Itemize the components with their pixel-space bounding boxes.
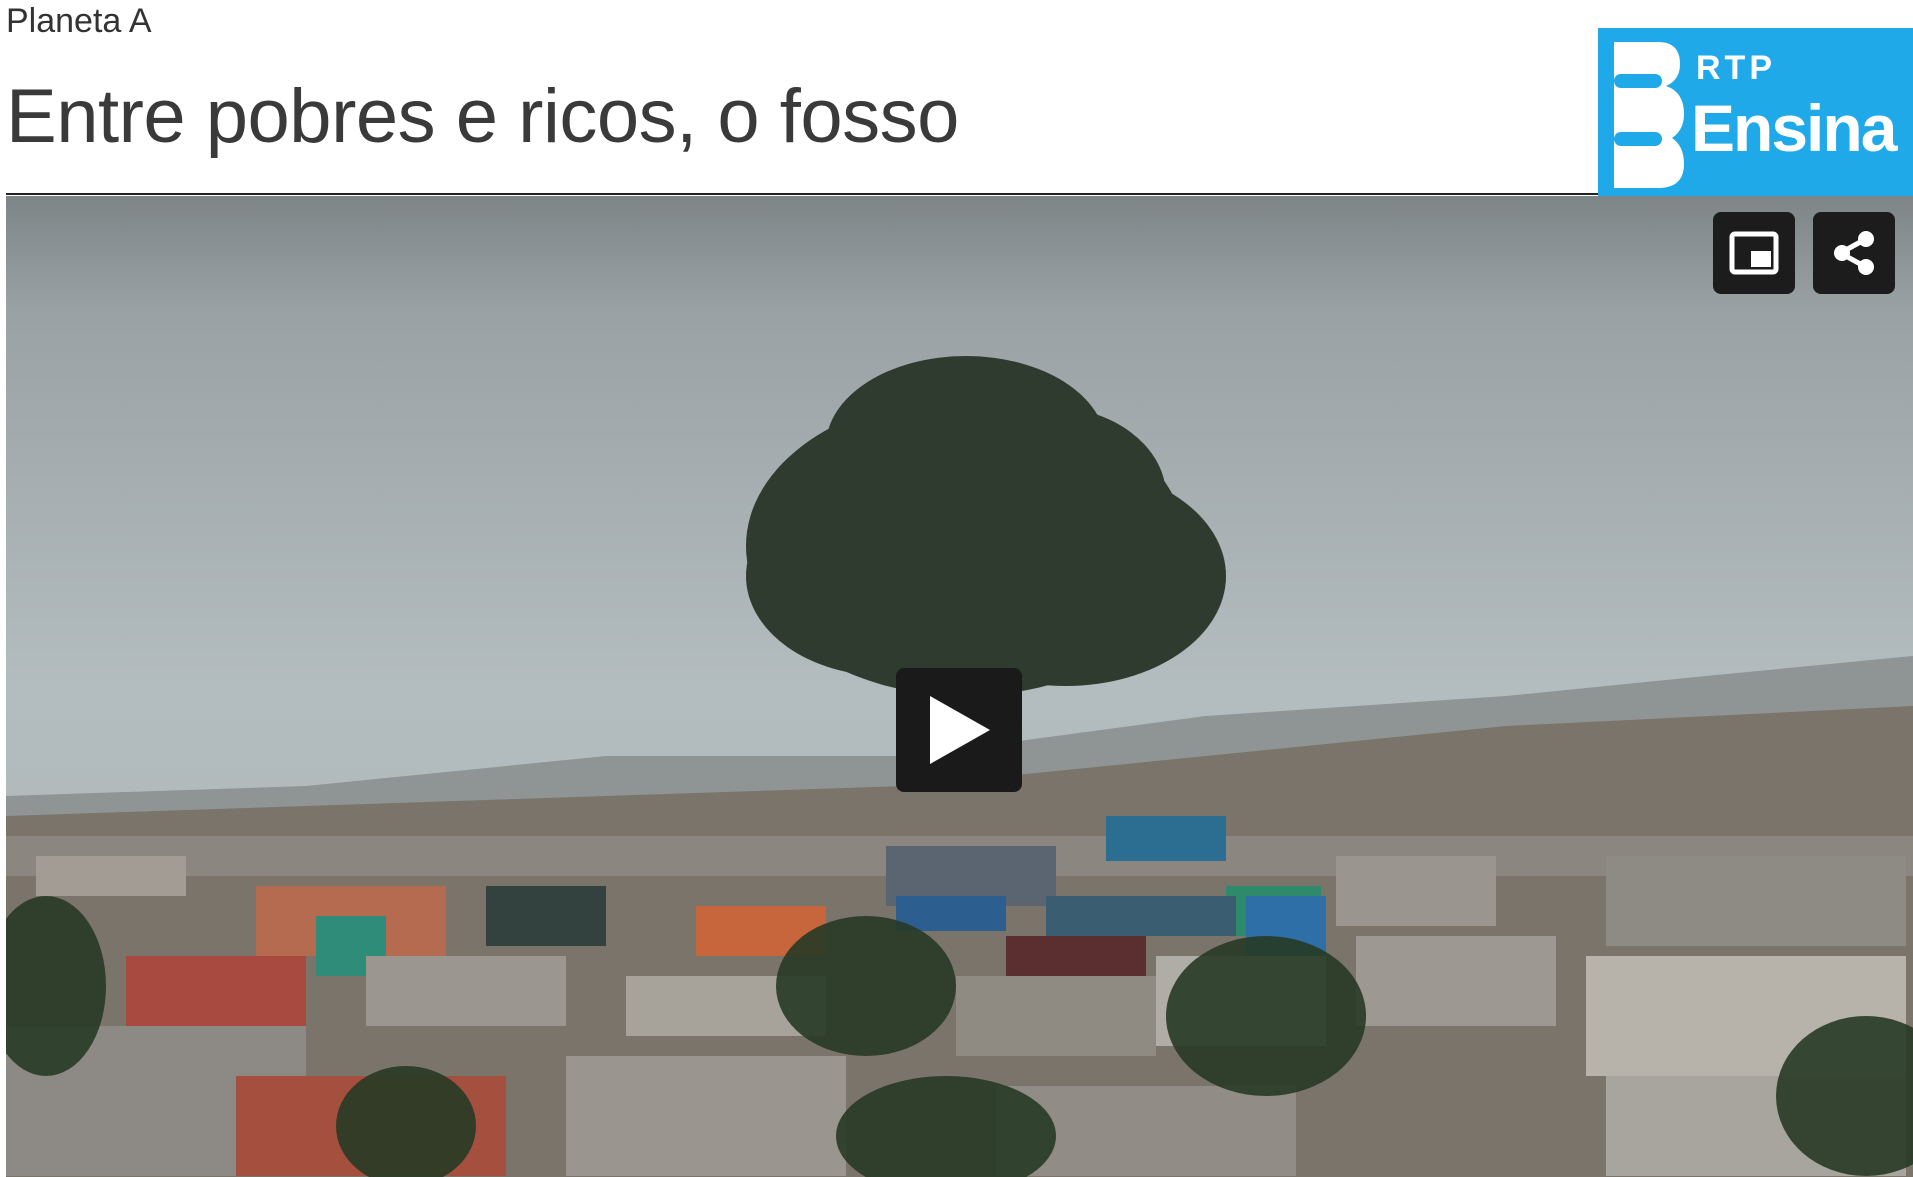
picture-in-picture-button[interactable] [1713, 212, 1795, 294]
share-icon [1834, 231, 1874, 275]
rtp-ensina-logo[interactable]: RTP Ensina [1598, 28, 1913, 196]
video-player[interactable] [6, 196, 1913, 1177]
picture-in-picture-icon [1729, 231, 1779, 275]
ensina-e-icon [1614, 42, 1684, 188]
logo-rtp-text: RTP [1696, 49, 1776, 87]
share-button[interactable] [1813, 212, 1895, 294]
play-button[interactable] [896, 668, 1022, 792]
page-title: Entre pobres e ricos, o fosso [6, 74, 959, 159]
title-divider [6, 193, 1606, 195]
logo-ensina-text: Ensina [1691, 91, 1897, 165]
series-label: Planeta A [6, 2, 152, 40]
play-icon [930, 696, 990, 764]
